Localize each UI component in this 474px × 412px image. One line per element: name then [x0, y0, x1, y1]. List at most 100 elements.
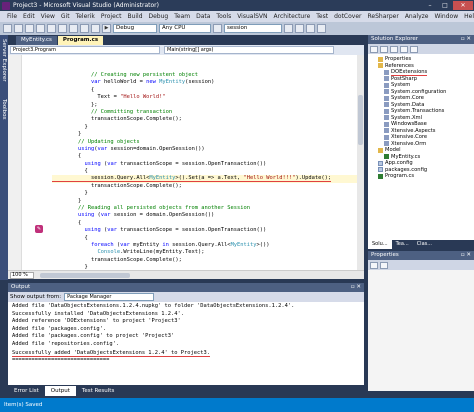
- tab-program-cs[interactable]: Program.cs: [57, 36, 104, 45]
- save-all-icon[interactable]: [36, 24, 45, 33]
- type-dropdown[interactable]: Project3.Program: [10, 46, 160, 54]
- refresh-icon[interactable]: [390, 45, 398, 53]
- menu-edit[interactable]: Edit: [20, 13, 38, 20]
- code-line[interactable]: Console.WriteLine(myEntity.Text);: [52, 249, 362, 256]
- view-code-icon[interactable]: [400, 45, 408, 53]
- menu-visualsvn[interactable]: VisualSVN: [234, 13, 270, 20]
- toolbox-tab[interactable]: Toolbox: [1, 99, 7, 120]
- pin-icon[interactable]: ▫ ✕: [351, 283, 361, 292]
- menu-dotcover[interactable]: dotCover: [331, 13, 364, 20]
- menu-window[interactable]: Window: [431, 13, 461, 20]
- tab-test-results[interactable]: Test Results: [76, 386, 120, 396]
- menu-build[interactable]: Build: [124, 13, 145, 20]
- code-line[interactable]: {: [52, 153, 362, 160]
- menu-resharper[interactable]: ReSharper: [365, 13, 402, 20]
- output-text[interactable]: Added file 'DataObjectsExtensions.1.2.4.…: [8, 302, 364, 365]
- tab-error-list[interactable]: Error List: [8, 386, 45, 396]
- toolbox-icon[interactable]: [306, 24, 315, 33]
- menu-git[interactable]: Git: [58, 13, 73, 20]
- pin-icon[interactable]: ▫ ✕: [461, 35, 471, 44]
- save-icon[interactable]: [25, 24, 34, 33]
- zoom-level[interactable]: 100 %: [10, 271, 34, 279]
- menu-tools[interactable]: Tools: [213, 13, 234, 20]
- code-line[interactable]: transactionScope.Complete();: [52, 257, 362, 264]
- editor-horizontal-scrollbar[interactable]: 100 %: [8, 270, 364, 279]
- code-line[interactable]: // Updating objects: [52, 139, 362, 146]
- menu-test[interactable]: Test: [313, 13, 331, 20]
- pin-icon[interactable]: ▫ ✕: [461, 251, 471, 260]
- find-icon[interactable]: [213, 24, 222, 33]
- output-source-select[interactable]: Package Manager: [64, 293, 155, 301]
- member-dropdown[interactable]: Main(string[] args): [164, 46, 334, 54]
- menu-project[interactable]: Project: [98, 13, 125, 20]
- menu-debug[interactable]: Debug: [146, 13, 172, 20]
- editor-vertical-scrollbar[interactable]: [357, 55, 364, 270]
- open-file-icon[interactable]: [14, 24, 23, 33]
- code-line[interactable]: };: [52, 102, 362, 109]
- code-line[interactable]: using (var transactionScope = session.Op…: [52, 161, 362, 168]
- tab-class-view[interactable]: Clas...: [413, 240, 436, 249]
- code-line[interactable]: transactionScope.Complete();: [52, 116, 362, 123]
- start-page-icon[interactable]: [317, 24, 326, 33]
- scroll-thumb[interactable]: [40, 272, 130, 278]
- minimize-button[interactable]: –: [423, 1, 437, 10]
- alphabetical-icon[interactable]: [380, 261, 388, 269]
- code-line[interactable]: transactionScope.Complete();: [52, 183, 362, 190]
- code-line[interactable]: {: [52, 235, 362, 242]
- copy-icon[interactable]: [58, 24, 67, 33]
- close-button[interactable]: ✕: [453, 1, 473, 10]
- code-line[interactable]: // Reading all persisted objects from an…: [52, 205, 362, 212]
- code-line[interactable]: using(var session=domain.OpenSession()): [52, 146, 362, 153]
- solution-explorer-icon[interactable]: [284, 24, 293, 33]
- code-line[interactable]: }: [52, 198, 362, 205]
- code-line[interactable]: using (var transactionScope = session.Op…: [52, 227, 362, 234]
- paste-icon[interactable]: [69, 24, 78, 33]
- tab-team-explorer[interactable]: Tea...: [392, 240, 413, 249]
- view-designer-icon[interactable]: [410, 45, 418, 53]
- start-debugging-icon[interactable]: ▶: [102, 24, 111, 33]
- server-explorer-tab[interactable]: Server Explorer: [1, 39, 7, 82]
- code-line[interactable]: }: [52, 131, 362, 138]
- code-line[interactable]: }: [52, 190, 362, 197]
- menu-help[interactable]: Help: [461, 13, 474, 20]
- menu-file[interactable]: File: [4, 13, 20, 20]
- maximize-button[interactable]: □: [438, 1, 452, 10]
- tab-myentity-cs[interactable]: MyEntity.cs: [16, 36, 57, 45]
- undo-icon[interactable]: [80, 24, 89, 33]
- menu-analyze[interactable]: Analyze: [402, 13, 432, 20]
- code-editor[interactable]: ✎ // Creating new persistent object var …: [8, 55, 364, 270]
- code-line[interactable]: foreach (var myEntity in session.Query.A…: [52, 242, 362, 249]
- new-project-icon[interactable]: [3, 24, 12, 33]
- properties-icon[interactable]: [370, 45, 378, 53]
- code-line[interactable]: // Committing transaction: [52, 109, 362, 116]
- code-line[interactable]: Text = "Hello World!": [52, 94, 362, 101]
- code-line[interactable]: {: [52, 220, 362, 227]
- menu-telerik[interactable]: Telerik: [73, 13, 98, 20]
- scroll-thumb[interactable]: [358, 95, 363, 145]
- menu-team[interactable]: Team: [171, 13, 193, 20]
- code-line[interactable]: session.Query.All<MyEntity>().Set(a => a…: [52, 175, 362, 183]
- show-all-files-icon[interactable]: [380, 45, 388, 53]
- code-line[interactable]: using (var session = domain.OpenSession(…: [52, 212, 362, 219]
- code-line[interactable]: // Creating new persistent object: [52, 72, 362, 79]
- tree-item[interactable]: Program.cs: [368, 173, 474, 180]
- tab-output[interactable]: Output: [44, 386, 76, 396]
- find-combo[interactable]: session: [224, 24, 282, 33]
- properties-grid[interactable]: [368, 270, 474, 391]
- properties-icon[interactable]: [295, 24, 304, 33]
- code-line[interactable]: {: [52, 168, 362, 175]
- categorized-icon[interactable]: [370, 261, 378, 269]
- editor-gutter[interactable]: [8, 55, 22, 270]
- code-action-icon[interactable]: ✎: [35, 225, 43, 233]
- redo-icon[interactable]: [91, 24, 100, 33]
- code-line[interactable]: }: [52, 124, 362, 131]
- menu-data[interactable]: Data: [193, 13, 213, 20]
- menu-view[interactable]: View: [38, 13, 58, 20]
- solution-platform-select[interactable]: Any CPU: [159, 24, 211, 33]
- code-line[interactable]: var helloWorld = new MyEntity(session): [52, 79, 362, 86]
- tab-solution-explorer[interactable]: Solu...: [368, 240, 392, 249]
- solution-configuration-select[interactable]: Debug: [113, 24, 157, 33]
- code-line[interactable]: {: [52, 87, 362, 94]
- cut-icon[interactable]: [47, 24, 56, 33]
- menu-architecture[interactable]: Architecture: [271, 13, 314, 20]
